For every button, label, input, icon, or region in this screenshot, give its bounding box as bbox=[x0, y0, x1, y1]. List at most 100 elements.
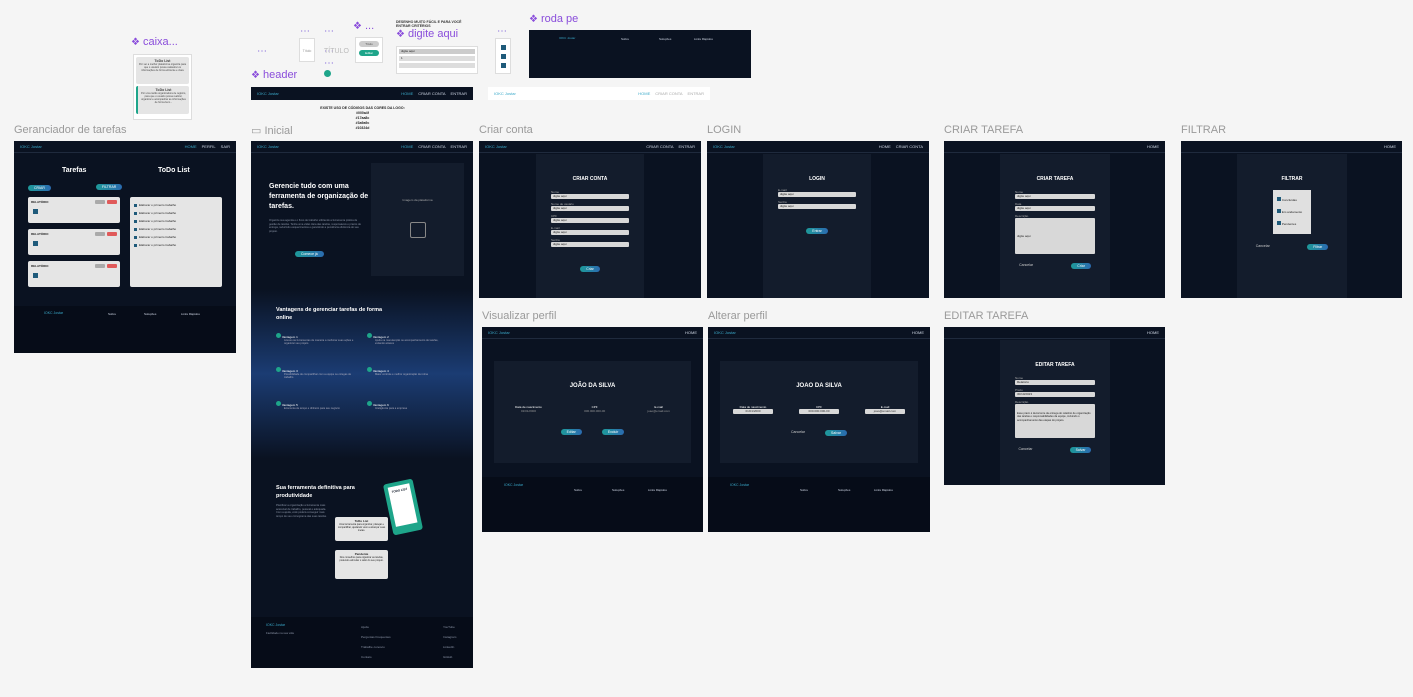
task-card-1[interactable]: RELATÓRIO bbox=[28, 197, 120, 223]
component-roda-pe-label[interactable]: ❖ roda pe bbox=[529, 13, 578, 25]
inicial-nav-entrar[interactable]: ENTRAR bbox=[451, 144, 467, 149]
header-dark-link-entrar[interactable]: ENTRAR bbox=[451, 91, 467, 96]
editar-tarefa-input-nome[interactable]: Relatório bbox=[1015, 380, 1095, 385]
gerenciador-nav-home[interactable]: HOME bbox=[185, 144, 197, 149]
component-dots-2[interactable]: ⋯ bbox=[300, 26, 311, 37]
footer-link-ajuda[interactable]: Ajuda bbox=[361, 622, 391, 632]
visualizar-edit-button[interactable]: Editar bbox=[560, 429, 582, 435]
todo-item-2-checkbox[interactable] bbox=[134, 211, 137, 215]
gerenciador-filter-button[interactable]: FILTRAR bbox=[96, 184, 123, 190]
filtrar-option-2-checkbox[interactable] bbox=[1277, 209, 1281, 213]
todo-item-1[interactable]: Elaborar o primeiro trabalho bbox=[134, 201, 218, 209]
todo-item-6[interactable]: Elaborar o primeiro trabalho bbox=[134, 241, 218, 249]
login-nav-criar-conta[interactable]: CRIAR CONTA bbox=[896, 144, 923, 149]
frame-label-criar-conta[interactable]: Criar conta bbox=[479, 124, 533, 136]
inicial-hero-button[interactable]: Comece já bbox=[295, 251, 324, 257]
checkbox-sample-1[interactable] bbox=[500, 45, 506, 50]
login-nav-home[interactable]: HOME bbox=[879, 144, 891, 149]
criar-conta-input-usuario[interactable]: digite aqui bbox=[551, 206, 629, 211]
component-dots-1[interactable]: ⋯ bbox=[257, 46, 268, 57]
roda-pe-component[interactable]: IOKC Jostar Sobre Soluções Links Rápidos bbox=[529, 30, 751, 78]
task-card-2-checkbox[interactable] bbox=[33, 241, 38, 246]
component-dots-6[interactable]: ⋯ bbox=[497, 26, 508, 37]
todo-item-2[interactable]: Elaborar o primeiro trabalho bbox=[134, 209, 218, 217]
input-sample-3[interactable] bbox=[399, 63, 475, 68]
todo-item-1-checkbox[interactable] bbox=[134, 203, 137, 207]
header-component-light[interactable]: IOKC Jostar HOME CRIAR CONTA ENTRAR bbox=[488, 87, 710, 100]
filtrar-option-3[interactable]: Pendentes bbox=[1277, 218, 1307, 230]
login-input-senha[interactable]: digite aqui bbox=[778, 204, 856, 209]
header-dark-link-criar-conta[interactable]: CRIAR CONTA bbox=[418, 91, 445, 96]
editar-tarefa-save-button[interactable]: Salvar bbox=[1069, 447, 1092, 453]
filtrar-option-1-checkbox[interactable] bbox=[1277, 197, 1281, 201]
component-caixa-label[interactable]: ❖ caixa... bbox=[131, 36, 178, 48]
task-card-1-edit[interactable] bbox=[95, 200, 105, 204]
filtrar-option-1[interactable]: Concluídas bbox=[1277, 194, 1307, 206]
editar-tarefa-cancel-button[interactable]: Cancelar bbox=[1019, 447, 1033, 453]
linkedin-link[interactable]: LinkedIn bbox=[443, 642, 456, 652]
gerenciador-add-button[interactable]: CRIAR bbox=[28, 185, 51, 191]
component-digite-aqui-label[interactable]: ❖ digite aqui bbox=[396, 28, 458, 40]
component-dots-3[interactable]: ⋯ bbox=[324, 26, 335, 37]
todo-item-5-checkbox[interactable] bbox=[134, 235, 137, 239]
task-card-3-delete[interactable] bbox=[107, 264, 117, 268]
task-card-3[interactable]: RELATÓRIO bbox=[28, 261, 120, 287]
frame-label-editar-tarefa[interactable]: EDITAR TAREFA bbox=[944, 310, 1028, 322]
button-component[interactable]: Título Editar bbox=[355, 37, 383, 63]
login-input-email[interactable]: digite aqui bbox=[778, 192, 856, 197]
task-card-2-delete[interactable] bbox=[107, 232, 117, 236]
input-sample-1[interactable]: digite aqui bbox=[399, 49, 475, 54]
checkbox-sample-2[interactable] bbox=[500, 54, 506, 59]
editar-tarefa-nav-home[interactable]: HOME bbox=[1147, 330, 1159, 335]
github-link[interactable]: GitHub bbox=[443, 652, 456, 662]
alterar-input-nasc[interactable]: 01/01/2000 bbox=[733, 409, 773, 414]
instagram-link[interactable]: Instagram bbox=[443, 632, 456, 642]
filtrar-option-3-checkbox[interactable] bbox=[1277, 221, 1281, 225]
frame-label-inicial[interactable]: ▭ Inicial bbox=[251, 124, 293, 137]
small-title-card[interactable]: Título bbox=[299, 38, 315, 62]
checkbox-sample-3[interactable] bbox=[500, 63, 506, 68]
alterar-cancel-button[interactable]: Cancelar bbox=[791, 430, 805, 436]
inicial-nav-criar-conta[interactable]: CRIAR CONTA bbox=[418, 144, 445, 149]
header-light-link-entrar[interactable]: ENTRAR bbox=[688, 91, 704, 96]
editar-tarefa-input-descricao[interactable]: Esse prazo é decorrente da entrega do re… bbox=[1015, 404, 1095, 438]
gerenciador-nav-perfil[interactable]: PERFIL bbox=[202, 144, 216, 149]
criar-conta-input-senha[interactable]: digite aqui bbox=[551, 242, 629, 247]
header-component-dark[interactable]: IOKC Jostar HOME CRIAR CONTA ENTRAR bbox=[251, 87, 473, 100]
task-card-1-checkbox[interactable] bbox=[33, 209, 38, 214]
component-dots-label[interactable]: ❖... bbox=[353, 20, 374, 32]
criar-conta-nav-entrar[interactable]: ENTRAR bbox=[679, 144, 695, 149]
filtrar-submit-button[interactable]: Filtrar bbox=[1307, 244, 1329, 250]
criar-conta-nav-criar[interactable]: CRIAR CONTA bbox=[646, 144, 673, 149]
filtrar-option-2[interactable]: Em andamento bbox=[1277, 206, 1307, 218]
inicial-nav-home[interactable]: HOME bbox=[401, 144, 413, 149]
criar-tarefa-nav-home[interactable]: HOME bbox=[1147, 144, 1159, 149]
button-variant-teal[interactable]: Editar bbox=[359, 50, 379, 56]
component-header-label[interactable]: ❖ header bbox=[251, 69, 297, 81]
task-card-3-edit[interactable] bbox=[95, 264, 105, 268]
todo-item-5[interactable]: Elaborar o primeiro trabalho bbox=[134, 233, 218, 241]
editar-tarefa-input-prazo[interactable]: 30/10/2023 bbox=[1015, 392, 1095, 397]
criar-tarefa-cancel-button[interactable]: Cancelar bbox=[1019, 263, 1033, 269]
alterar-input-cpf[interactable]: 000.000.000-00 bbox=[799, 409, 839, 414]
frame-label-gerenciador[interactable]: Geranciador de tarefas bbox=[14, 124, 127, 136]
youtube-link[interactable]: YouTube bbox=[443, 622, 456, 632]
criar-tarefa-input-descricao[interactable]: digite aqui bbox=[1015, 218, 1095, 254]
frame-label-criar-tarefa[interactable]: CRIAR TAREFA bbox=[944, 124, 1023, 136]
frame-label-filtrar[interactable]: FILTRAR bbox=[1181, 124, 1226, 136]
button-variant-gray[interactable]: Título bbox=[359, 41, 379, 47]
todo-item-3[interactable]: Elaborar o primeiro trabalho bbox=[134, 217, 218, 225]
alterar-nav-home[interactable]: HOME bbox=[912, 330, 924, 335]
criar-tarefa-submit-button[interactable]: Criar bbox=[1071, 263, 1091, 269]
task-card-2-edit[interactable] bbox=[95, 232, 105, 236]
frame-label-login[interactable]: LOGIN bbox=[707, 124, 741, 136]
task-card-3-checkbox[interactable] bbox=[33, 273, 38, 278]
footer-link-contato[interactable]: Contato bbox=[361, 652, 391, 662]
criar-tarefa-input-data[interactable]: digite aqui bbox=[1015, 206, 1095, 211]
checkbox-component[interactable] bbox=[495, 38, 511, 74]
criar-conta-submit-button[interactable]: Criar bbox=[580, 266, 600, 272]
filtrar-nav-home[interactable]: HOME bbox=[1384, 144, 1396, 149]
header-light-link-home[interactable]: HOME bbox=[638, 91, 650, 96]
footer-link-faq[interactable]: Perguntas Frequentes bbox=[361, 632, 391, 642]
caixa-component[interactable]: ToDo List Por ser a melhor plataforma or… bbox=[133, 54, 192, 120]
